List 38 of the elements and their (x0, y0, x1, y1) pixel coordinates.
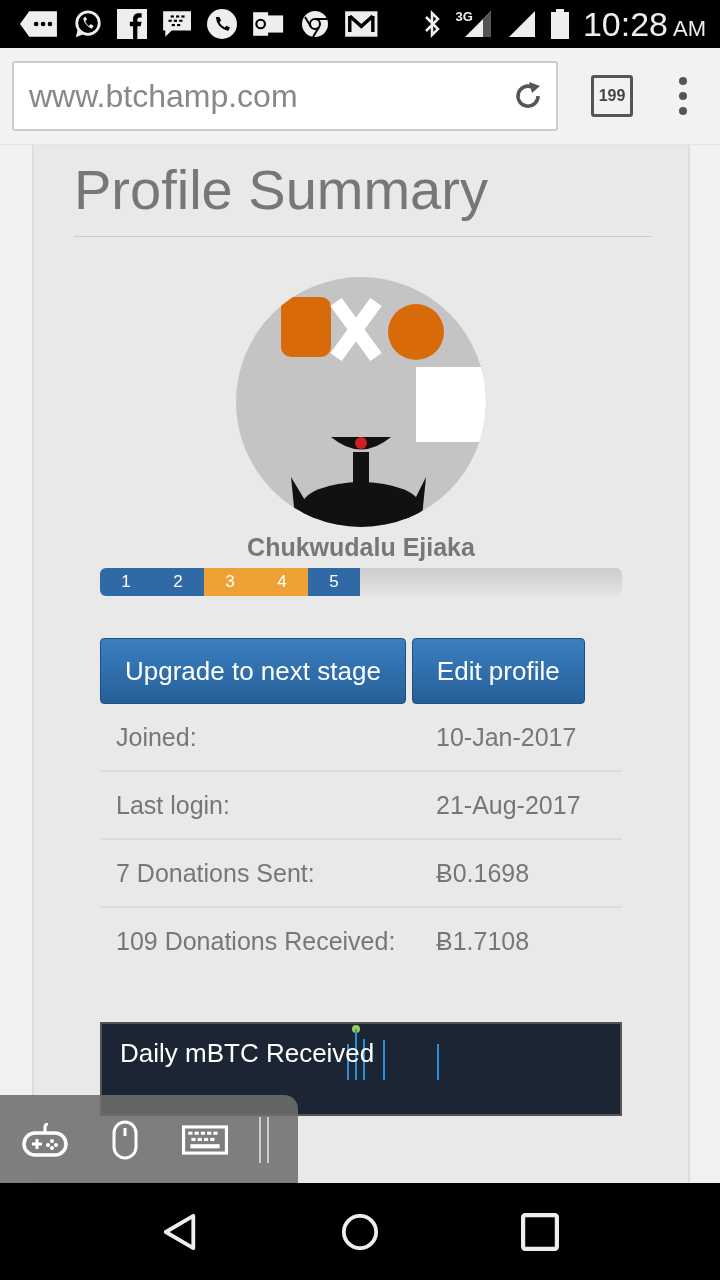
mail-icon (251, 9, 286, 39)
mouse-icon[interactable] (112, 1120, 138, 1160)
home-icon[interactable] (341, 1212, 379, 1251)
row-label: 109 Donations Received: (116, 926, 397, 957)
battery-icon (550, 9, 569, 39)
stage-segment: 1 (100, 568, 152, 596)
clock-ampm: AM (673, 15, 706, 42)
phone-icon (207, 9, 238, 39)
row-label: 7 Donations Sent: (116, 858, 316, 889)
upgrade-button[interactable]: Upgrade to next stage (100, 638, 406, 704)
clock-time: 10:28 (582, 4, 668, 44)
recent-apps-icon[interactable] (521, 1212, 559, 1251)
edit-profile-button[interactable]: Edit profile (411, 638, 585, 704)
row-label: Last login: (116, 790, 231, 821)
chat-icon (73, 9, 104, 39)
row-value: Ƀ0.1698 (436, 858, 531, 889)
address-field[interactable]: www.btchamp.com (12, 61, 558, 131)
row-value: 21-Aug-2017 (436, 790, 582, 821)
network-type: 3G (455, 9, 473, 24)
stage-segment: 5 (308, 568, 360, 596)
drag-handle-icon[interactable] (258, 1117, 270, 1163)
stage-segment: 4 (256, 568, 308, 596)
stage-segment: 3 (204, 568, 256, 596)
browser-icon (299, 9, 330, 39)
message-icon (161, 9, 194, 39)
gamepad-icon[interactable] (22, 1123, 68, 1157)
row-value: 10-Jan-2017 (436, 722, 578, 753)
row-label: Joined: (116, 722, 198, 753)
email-icon (343, 9, 379, 39)
keyboard-icon[interactable] (182, 1123, 228, 1157)
tab-count-button[interactable]: 199 (591, 75, 633, 117)
profile-name: Chukwudalu Ejiaka (246, 533, 476, 562)
stage-segment: 2 (152, 568, 204, 596)
notification-icon (20, 9, 60, 39)
menu-icon[interactable] (678, 76, 688, 116)
row-value: Ƀ1.7108 (436, 926, 531, 957)
facebook-icon (117, 9, 148, 39)
page-title: Profile Summary (74, 157, 652, 237)
